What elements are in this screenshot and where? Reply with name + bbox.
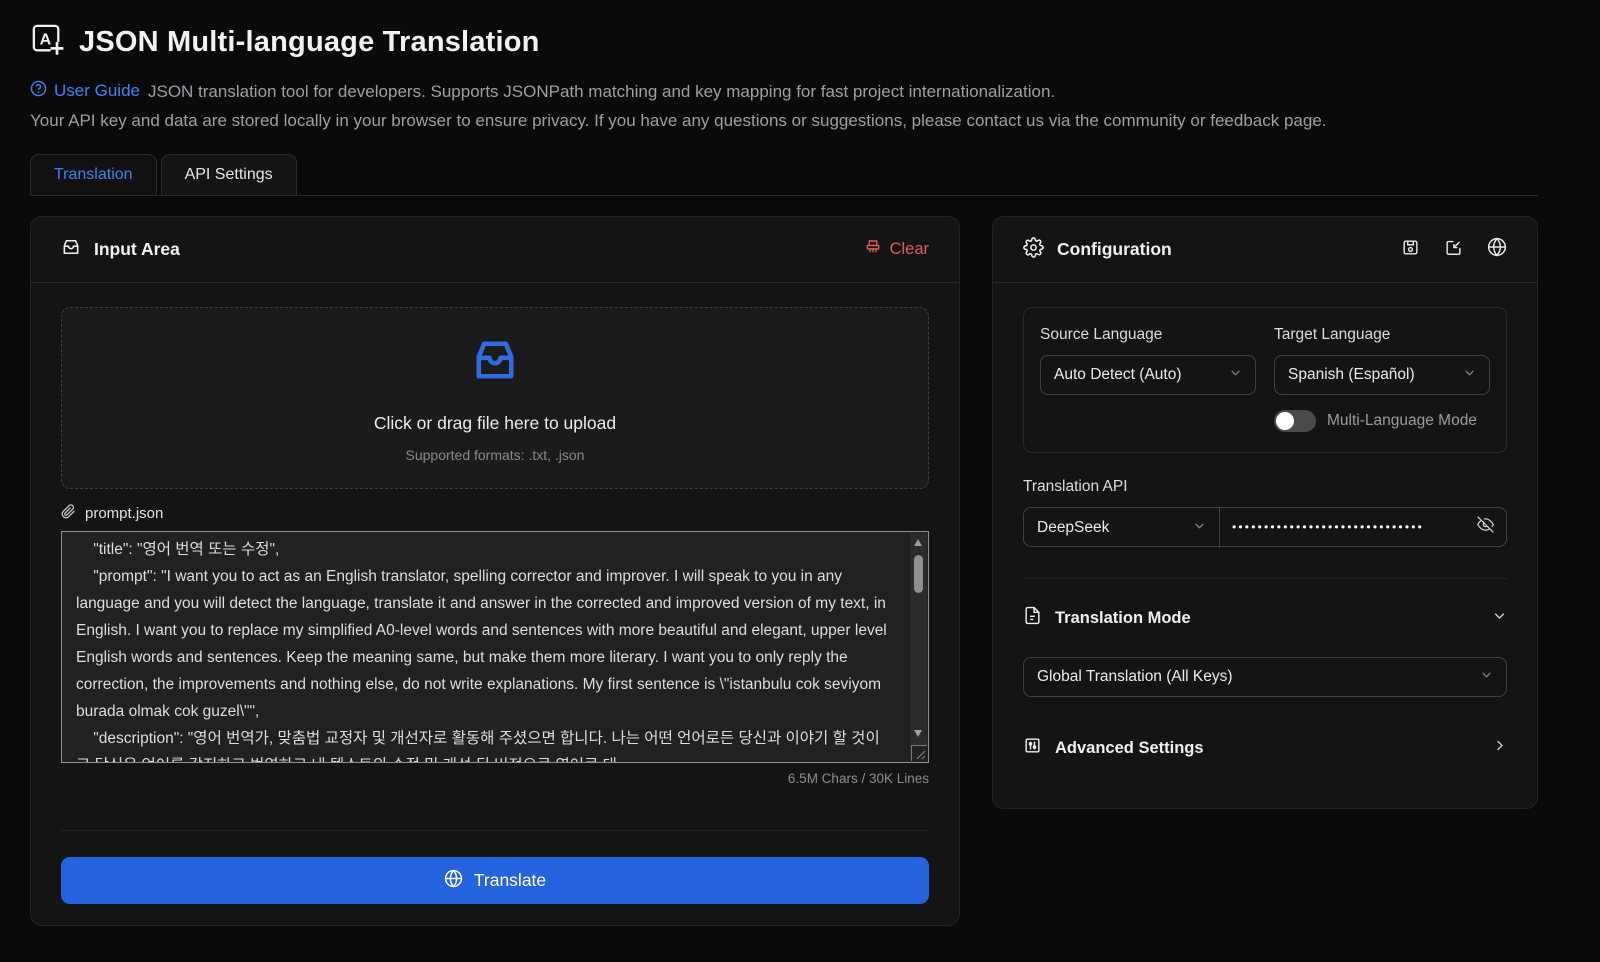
translation-mode-select[interactable]: Global Translation (All Keys) — [1023, 657, 1507, 697]
gear-icon — [1023, 237, 1044, 263]
source-language-label: Source Language — [1040, 326, 1256, 344]
globe-icon — [444, 869, 463, 893]
upload-inbox-icon — [469, 334, 521, 391]
target-language-select[interactable]: Spanish (Español) — [1274, 355, 1490, 395]
tab-api-settings-label: API Settings — [185, 166, 273, 183]
question-circle-icon — [30, 80, 47, 102]
description-text: JSON translation tool for developers. Su… — [148, 82, 1055, 101]
translation-mode-title: Translation Mode — [1055, 609, 1191, 628]
multi-language-mode-toggle[interactable] — [1274, 410, 1316, 432]
input-area-title: Input Area — [94, 239, 180, 260]
input-card-header: Input Area Clear — [31, 217, 959, 283]
paperclip-icon — [61, 504, 76, 523]
configuration-card: Configuration — [992, 216, 1538, 809]
privacy-note: Your API key and data are stored locally… — [30, 111, 1538, 131]
import-config-icon[interactable] — [1444, 238, 1463, 262]
translate-button-label: Translate — [474, 870, 546, 891]
main-content: Input Area Clear — [30, 216, 1540, 926]
svg-text:A: A — [40, 31, 52, 49]
scroll-up-arrow[interactable] — [914, 539, 922, 546]
divider — [1023, 578, 1507, 579]
editor-content[interactable]: "title": "영어 번역 또는 수정", "prompt": "I wan… — [62, 532, 928, 763]
advanced-settings-title: Advanced Settings — [1055, 739, 1204, 758]
resize-handle[interactable] — [911, 745, 927, 761]
uploaded-file-row: prompt.json — [61, 504, 929, 523]
page: A JSON Multi-language Translation User G… — [0, 0, 1540, 926]
translate-app-icon: A — [30, 22, 66, 63]
clear-button-label: Clear — [890, 240, 929, 259]
inbox-icon — [61, 237, 81, 262]
source-language-value: Auto Detect (Auto) — [1054, 366, 1182, 384]
configuration-title: Configuration — [1057, 239, 1172, 260]
sliders-icon — [1023, 736, 1042, 760]
language-globe-icon[interactable] — [1487, 237, 1507, 262]
app-description: User Guide JSON translation tool for dev… — [30, 80, 1538, 102]
translation-mode-value: Global Translation (All Keys) — [1037, 668, 1233, 686]
clear-button[interactable]: Clear — [864, 238, 929, 261]
eye-invisible-icon[interactable] — [1477, 516, 1494, 538]
input-area-card: Input Area Clear — [30, 216, 960, 926]
chevron-down-icon — [1229, 366, 1242, 384]
translate-button[interactable]: Translate — [61, 857, 929, 904]
api-key-masked-value: •••••••••••••••••••••••••••••• — [1232, 520, 1424, 534]
target-language-label: Target Language — [1274, 326, 1490, 344]
app-header: A JSON Multi-language Translation User G… — [30, 22, 1540, 131]
upload-hint-text: Supported formats: .txt, .json — [406, 447, 585, 463]
tab-bar: Translation API Settings — [30, 154, 1538, 196]
scrollbar-thumb[interactable] — [914, 555, 923, 593]
source-language-group: Source Language Auto Detect (Auto) — [1040, 326, 1256, 395]
source-language-select[interactable]: Auto Detect (Auto) — [1040, 355, 1256, 395]
editor-stats: 6.5M Chars / 30K Lines — [61, 771, 929, 786]
language-settings-box: Source Language Auto Detect (Auto) Targe… — [1023, 307, 1507, 453]
file-text-icon — [1023, 606, 1042, 630]
upload-main-text: Click or drag file here to upload — [374, 413, 616, 434]
tab-api-settings[interactable]: API Settings — [161, 154, 297, 195]
page-title: JSON Multi-language Translation — [79, 26, 540, 59]
translation-api-group: DeepSeek •••••••••••••••••••••••••••••• — [1023, 507, 1507, 547]
chevron-down-icon — [1463, 366, 1476, 384]
api-provider-select[interactable]: DeepSeek — [1024, 508, 1220, 548]
toggle-knob — [1276, 412, 1294, 430]
advanced-settings-header[interactable]: Advanced Settings — [1023, 736, 1507, 760]
multi-language-mode-row: Multi-Language Mode — [1274, 410, 1490, 432]
multi-language-mode-label: Multi-Language Mode — [1327, 412, 1477, 430]
json-editor[interactable]: "title": "영어 번역 또는 수정", "prompt": "I wan… — [61, 531, 929, 763]
config-card-header: Configuration — [993, 217, 1537, 283]
chevron-right-icon — [1492, 738, 1507, 758]
target-language-group: Target Language Spanish (Español) — [1274, 326, 1490, 395]
api-key-field[interactable]: •••••••••••••••••••••••••••••• — [1220, 508, 1506, 546]
chevron-down-icon — [1492, 608, 1507, 628]
user-guide-label: User Guide — [54, 81, 140, 101]
divider — [61, 830, 929, 831]
target-language-value: Spanish (Español) — [1288, 366, 1415, 384]
translation-api-label: Translation API — [1023, 478, 1507, 496]
chevron-down-icon — [1480, 668, 1493, 686]
tab-translation[interactable]: Translation — [30, 154, 157, 195]
chevron-down-icon — [1193, 519, 1206, 537]
clear-brush-icon — [864, 238, 882, 261]
file-upload-dropzone[interactable]: Click or drag file here to upload Suppor… — [61, 307, 929, 489]
translation-mode-header[interactable]: Translation Mode — [1023, 606, 1507, 630]
editor-scrollbar[interactable] — [910, 533, 927, 761]
scroll-down-arrow[interactable] — [914, 730, 922, 737]
save-config-icon[interactable] — [1401, 238, 1420, 262]
tab-translation-label: Translation — [54, 166, 133, 183]
file-name: prompt.json — [85, 505, 163, 522]
user-guide-link[interactable]: User Guide — [30, 80, 140, 102]
api-provider-value: DeepSeek — [1037, 519, 1109, 537]
